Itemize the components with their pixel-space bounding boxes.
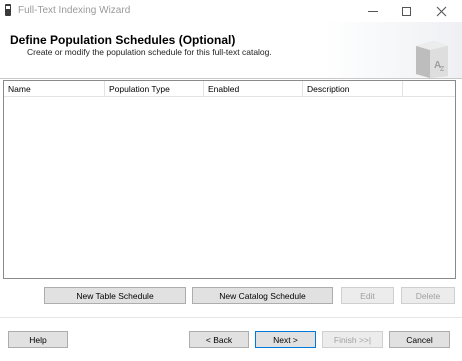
title-bar: Full-Text Indexing Wizard: [0, 0, 462, 22]
app-icon: [5, 4, 11, 16]
page-subtitle: Create or modify the population schedule…: [27, 47, 272, 57]
back-button[interactable]: < Back: [189, 331, 249, 348]
column-header-description[interactable]: Description: [303, 81, 403, 97]
next-button[interactable]: Next >: [255, 331, 316, 348]
help-button[interactable]: Help: [8, 331, 68, 348]
window-title: Full-Text Indexing Wizard: [18, 5, 131, 16]
maximize-button[interactable]: [389, 0, 423, 22]
minimize-button[interactable]: [356, 0, 390, 22]
wizard-header: Define Population Schedules (Optional) C…: [0, 22, 462, 79]
column-header-population-type[interactable]: Population Type: [105, 81, 204, 97]
svg-text:Z: Z: [440, 66, 445, 73]
column-header-name[interactable]: Name: [4, 81, 105, 97]
maximize-icon: [401, 6, 411, 16]
cancel-button[interactable]: Cancel: [389, 331, 450, 348]
close-button[interactable]: [424, 0, 458, 22]
new-table-schedule-button[interactable]: New Table Schedule: [44, 287, 186, 304]
finish-button[interactable]: Finish >>|: [322, 331, 383, 348]
footer-divider: [0, 317, 462, 318]
column-header-enabled[interactable]: Enabled: [204, 81, 303, 97]
delete-button[interactable]: Delete: [401, 287, 455, 304]
schedule-list[interactable]: Name Population Type Enabled Description: [3, 80, 456, 279]
close-icon: [436, 6, 446, 16]
minimize-icon: [368, 10, 378, 12]
edit-button[interactable]: Edit: [341, 287, 394, 304]
new-catalog-schedule-button[interactable]: New Catalog Schedule: [192, 287, 333, 304]
column-header-filler: [403, 81, 455, 97]
book-az-icon: A Z: [416, 41, 448, 78]
page-title: Define Population Schedules (Optional): [10, 33, 236, 47]
